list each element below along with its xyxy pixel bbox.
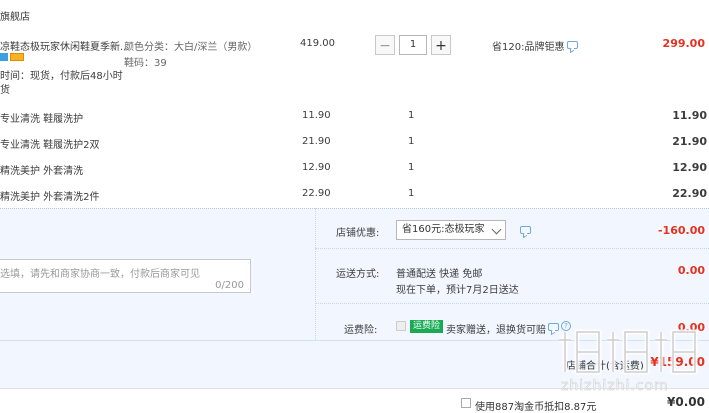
service-total: 12.90: [672, 161, 707, 174]
shop-total-value: ¥159.00: [650, 355, 705, 369]
service-name: 专业清洗 鞋履洗护2双: [0, 140, 100, 151]
card-icon: [10, 53, 24, 61]
ship-time-line2: 货: [0, 85, 10, 96]
coupon-checkbox[interactable]: [461, 398, 471, 408]
store-discount-value: -160.00: [657, 224, 705, 237]
ship-time-line1: 时间：现货，付款后48小时: [0, 71, 123, 82]
insurance-value: 0.00: [677, 321, 705, 334]
insurance-text: 卖家赠送，退换货可赔: [446, 325, 546, 336]
shop-name[interactable]: 旗舰店: [0, 8, 30, 23]
service-price: 21.90: [302, 136, 331, 147]
store-discount-option: 省160元:态极玩家: [402, 224, 485, 235]
row-divider: [315, 248, 709, 249]
service-name: 专业清洗 鞋履洗护: [0, 114, 84, 125]
shipping-note: 现在下单，预计7月2日送达: [396, 285, 519, 296]
item-subtotal: 299.00: [662, 37, 705, 50]
store-discount-label: 店铺优惠:: [336, 228, 380, 239]
help-icon[interactable]: ?: [561, 321, 571, 331]
info-chat-icon[interactable]: [520, 226, 531, 234]
insurance-checkbox[interactable]: [396, 321, 406, 331]
message-placeholder: 选填，请先和商家协商一致，付款后商家可见: [0, 269, 200, 280]
column-divider: [315, 208, 316, 340]
row-divider: [315, 303, 709, 304]
quantity-stepper: − 1 +: [375, 35, 451, 57]
sku-size: 鞋码：39: [124, 58, 167, 69]
insurance-info-icon[interactable]: [548, 323, 559, 331]
unit-price: 419.00: [300, 38, 335, 49]
plus-button[interactable]: +: [431, 35, 451, 55]
coupon-text: 使用887淘金币抵扣8.87元: [475, 402, 597, 413]
tmall-badge-icon: [0, 53, 8, 61]
service-price: 22.90: [302, 188, 331, 199]
shop-total-label: 店铺合计(含运费): [566, 361, 644, 372]
insurance-label: 运费险:: [344, 325, 378, 336]
service-qty: 1: [408, 136, 415, 147]
store-discount-select[interactable]: 省160元:态极玩家: [396, 220, 506, 240]
total-divider: [0, 340, 709, 341]
product-section: [0, 28, 709, 208]
insurance-tag: 运费险: [410, 320, 444, 333]
service-name: 精洗美护 外套清洗2件: [0, 192, 100, 203]
sku-color: 颜色分类：大白/深兰（男款）: [124, 42, 258, 53]
service-qty: 1: [408, 188, 415, 199]
message-counter: 0/200: [215, 280, 244, 291]
quantity-input[interactable]: 1: [399, 35, 427, 55]
service-qty: 1: [408, 162, 415, 173]
minus-button[interactable]: −: [375, 35, 395, 55]
service-total: 22.90: [672, 187, 707, 200]
shipping-value: 0.00: [677, 264, 705, 277]
buyer-message-input[interactable]: 选填，请先和商家协商一致，付款后商家可见 0/200: [0, 259, 251, 293]
service-name: 精洗美护 外套清洗: [0, 166, 84, 177]
chevron-down-icon: [491, 224, 502, 235]
service-total: 21.90: [672, 135, 707, 148]
promo-text: 省120:品牌钜惠: [492, 42, 565, 53]
item-title[interactable]: 凉鞋态极玩家休闲鞋夏季新...: [0, 38, 130, 53]
service-total: 11.90: [672, 109, 707, 122]
coupon-amount: ¥0.00: [667, 395, 705, 409]
service-qty: 1: [408, 110, 415, 121]
shop-header: 旗舰店: [0, 0, 709, 29]
bottom-bar: 使用887淘金币抵扣8.87元 ¥0.00: [0, 388, 709, 413]
shipping-label: 运送方式:: [336, 269, 380, 280]
shipping-method[interactable]: 普通配送 快递 免邮: [396, 265, 482, 280]
service-price: 11.90: [302, 110, 331, 121]
chat-icon[interactable]: [567, 41, 578, 49]
service-price: 12.90: [302, 162, 331, 173]
